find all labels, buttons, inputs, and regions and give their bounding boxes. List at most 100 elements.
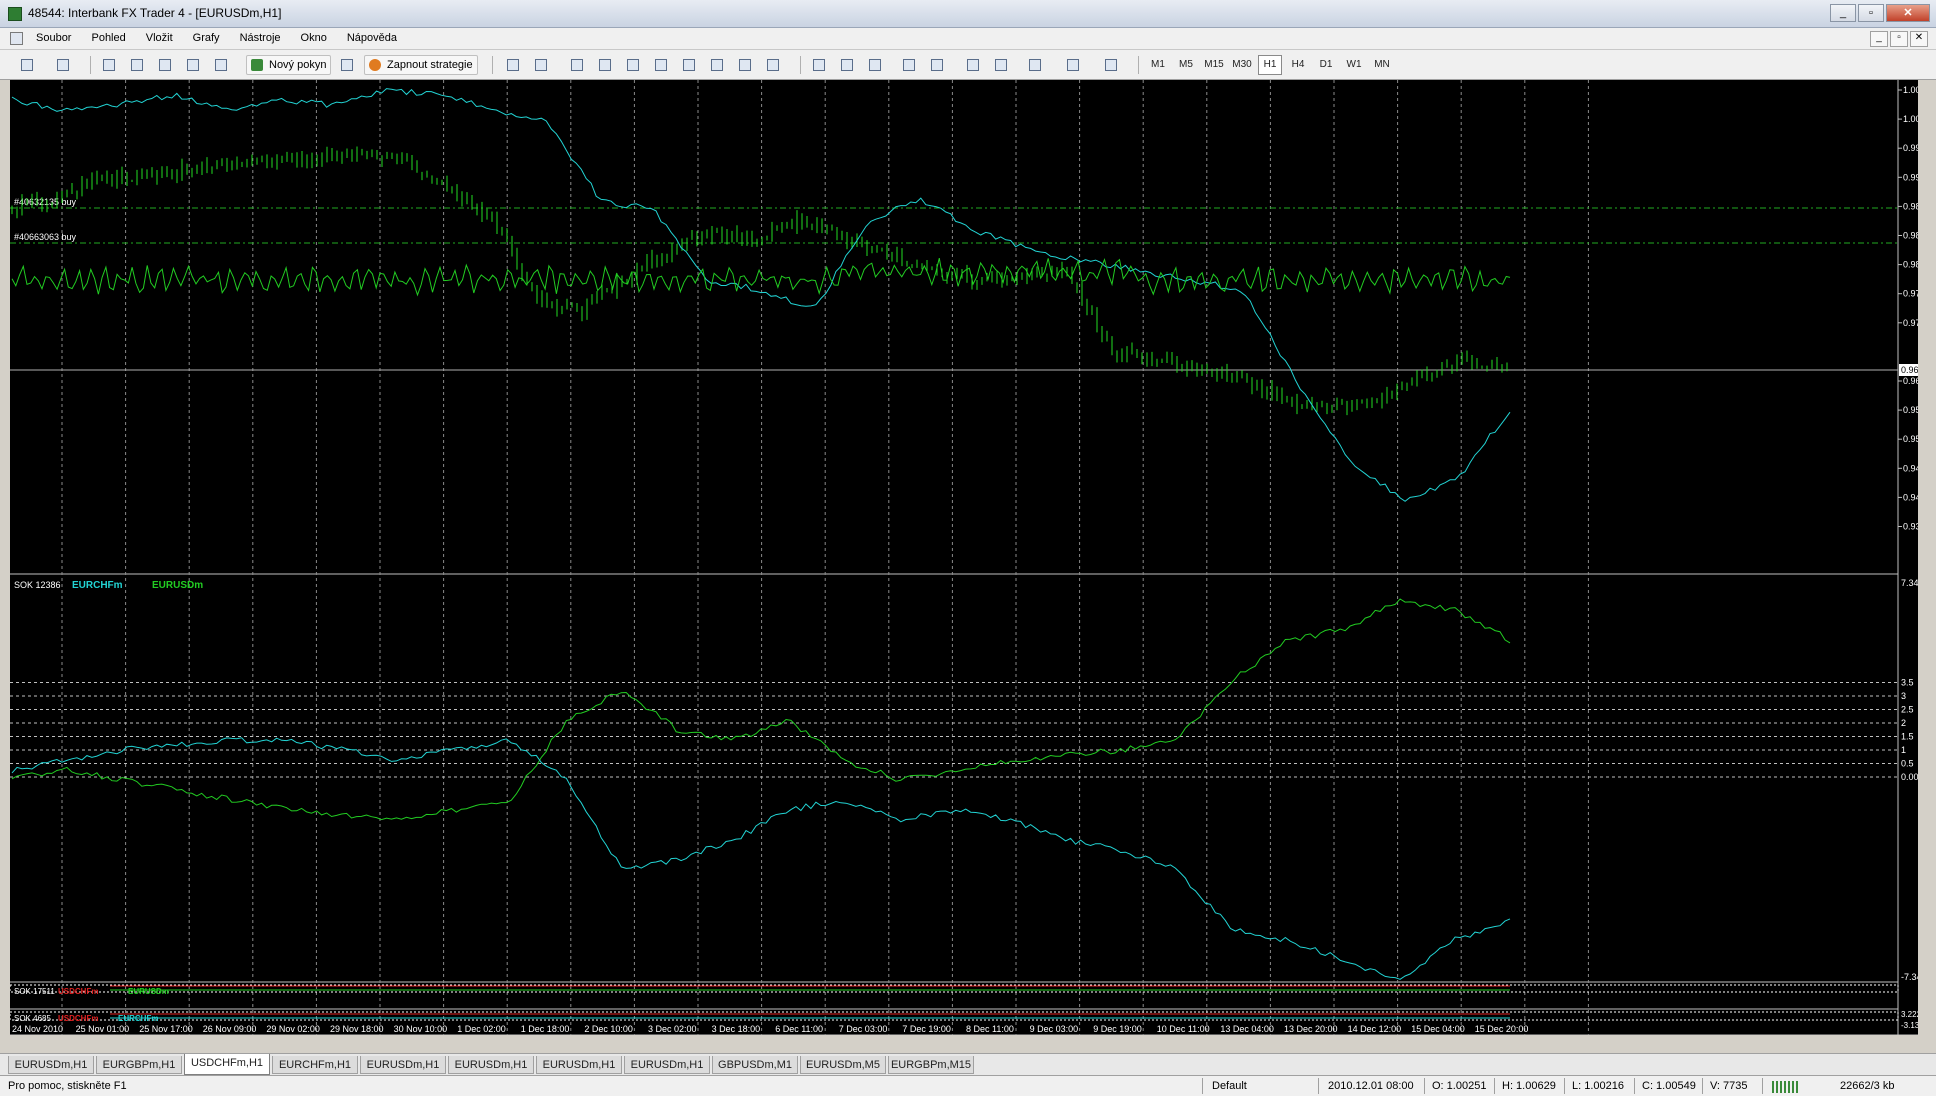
timeframe-mn[interactable]: MN xyxy=(1370,55,1394,75)
price-label: 1.00850 xyxy=(1903,85,1918,95)
chart-tab[interactable]: EURGBPm,H1 xyxy=(96,1056,182,1074)
toolbar-separator xyxy=(492,56,493,74)
chart-tab[interactable]: EURUSDm,H1 xyxy=(536,1056,622,1074)
timeframe-m5[interactable]: M5 xyxy=(1174,55,1198,75)
status-separator xyxy=(1564,1078,1565,1094)
menu-items: Soubor Pohled Vložit Grafy Nástroje Okno Nápov… xyxy=(36,32,417,44)
price-label: 0.99440 xyxy=(1903,172,1918,182)
chart-tab[interactable]: GBPUSDm,M1 xyxy=(712,1056,798,1074)
timeframe-h1[interactable]: H1 xyxy=(1258,55,1282,75)
chart-tab[interactable]: EURUSDm,H1 xyxy=(448,1056,534,1074)
status-high: H: 1.00629 xyxy=(1502,1080,1556,1092)
status-separator xyxy=(1202,1078,1203,1094)
chart-shift-icon[interactable] xyxy=(990,55,1010,75)
price-label: 0.93800 xyxy=(1903,522,1918,532)
timeframe-d1[interactable]: D1 xyxy=(1314,55,1338,75)
chart-canvas[interactable]: 1.00850 1.00380 0.99910 0.99440 0.98970 0.985… xyxy=(10,80,1918,1035)
time-label: 15 Dec 20:00 xyxy=(1475,1024,1529,1034)
navigator-icon[interactable] xyxy=(126,55,146,75)
close-button[interactable]: ✕ xyxy=(1886,4,1930,22)
bar-chart-icon[interactable] xyxy=(808,55,828,75)
zoom-in-icon[interactable] xyxy=(898,55,918,75)
chart-window[interactable]: 1.00850 1.00380 0.99910 0.99440 0.98970 0.985… xyxy=(10,80,1918,1035)
price-label: 1.00380 xyxy=(1903,114,1918,124)
new-chart-icon[interactable] xyxy=(16,55,36,75)
maximize-button[interactable]: ▫ xyxy=(1858,4,1884,22)
child-close-button[interactable]: ✕ xyxy=(1910,31,1928,47)
indicator-series-label: USDCHFm xyxy=(58,1014,98,1023)
time-label: 1 Dec 02:00 xyxy=(457,1024,506,1034)
arrows-icon[interactable] xyxy=(762,55,782,75)
time-label: 2 Dec 10:00 xyxy=(584,1024,633,1034)
line-chart-icon[interactable] xyxy=(864,55,884,75)
profiles-icon[interactable] xyxy=(52,55,72,75)
time-label: 3 Dec 18:00 xyxy=(712,1024,761,1034)
cursor-icon[interactable] xyxy=(502,55,522,75)
menu-item-1[interactable]: Pohled xyxy=(91,32,125,44)
price-label: 0.97560 xyxy=(1903,289,1918,299)
fibonacci-icon[interactable] xyxy=(678,55,698,75)
timeframe-m1[interactable]: M1 xyxy=(1146,55,1170,75)
terminal-icon[interactable] xyxy=(182,55,202,75)
status-separator xyxy=(1702,1078,1703,1094)
menu-item-5[interactable]: Okno xyxy=(301,32,327,44)
chart-tab[interactable]: EURGBPm,M15 xyxy=(888,1056,974,1074)
horizontal-line-icon[interactable] xyxy=(594,55,614,75)
time-label: 10 Dec 11:00 xyxy=(1157,1024,1210,1034)
toolbar-separator xyxy=(800,56,801,74)
time-label: 7 Dec 19:00 xyxy=(902,1024,951,1034)
time-label: 1 Dec 18:00 xyxy=(521,1024,570,1034)
indicators-icon[interactable] xyxy=(1024,55,1044,75)
periods-icon[interactable] xyxy=(1062,55,1082,75)
chart-window-icon[interactable] xyxy=(10,32,23,45)
chart-tab[interactable]: EURUSDm,M5 xyxy=(800,1056,886,1074)
equidistant-channel-icon[interactable] xyxy=(650,55,670,75)
timeframe-m15[interactable]: M15 xyxy=(1202,55,1226,75)
templates-icon[interactable] xyxy=(1100,55,1120,75)
menu-item-2[interactable]: Vložit xyxy=(146,32,173,44)
chart-background xyxy=(10,80,1918,1035)
toolbar-separator xyxy=(90,56,91,74)
strategies-toggle-button[interactable]: Zapnout strategie xyxy=(364,55,478,75)
timeframe-w1[interactable]: W1 xyxy=(1342,55,1366,75)
menu-item-4[interactable]: Nástroje xyxy=(240,32,281,44)
text-label-icon[interactable] xyxy=(734,55,754,75)
trendline-icon[interactable] xyxy=(622,55,642,75)
time-label: 30 Nov 10:00 xyxy=(394,1024,448,1034)
status-open: O: 1.00251 xyxy=(1432,1080,1487,1092)
crosshair-icon[interactable] xyxy=(530,55,550,75)
chart-tab[interactable]: EURCHFm,H1 xyxy=(272,1056,358,1074)
price-label: 0.98970 xyxy=(1903,201,1918,211)
current-price-label: 0.96714 xyxy=(1901,365,1918,375)
metaeditor-icon[interactable] xyxy=(336,55,356,75)
auto-scroll-icon[interactable] xyxy=(962,55,982,75)
tester-icon[interactable] xyxy=(210,55,230,75)
chart-tab[interactable]: USDCHFm,H1 xyxy=(184,1054,270,1075)
indicator-name: SOK 4685 xyxy=(14,1014,51,1023)
menu-item-3[interactable]: Grafy xyxy=(193,32,220,44)
chart-tab[interactable]: EURUSDm,H1 xyxy=(8,1056,94,1074)
status-datetime: 2010.12.01 08:00 xyxy=(1328,1080,1414,1092)
child-minimize-button[interactable]: _ xyxy=(1870,31,1888,47)
child-restore-button[interactable]: ▫ xyxy=(1890,31,1908,47)
text-icon[interactable] xyxy=(706,55,726,75)
timeframe-m30[interactable]: M30 xyxy=(1230,55,1254,75)
data-window-icon[interactable] xyxy=(154,55,174,75)
menu-bar: Soubor Pohled Vložit Grafy Nástroje Okno Nápov… xyxy=(0,28,1936,50)
toolbar-separator xyxy=(1138,56,1139,74)
chart-tab[interactable]: EURUSDm,H1 xyxy=(360,1056,446,1074)
new-order-button[interactable]: Nový pokyn xyxy=(246,55,332,75)
vertical-line-icon[interactable] xyxy=(566,55,586,75)
chart-tab[interactable]: EURUSDm,H1 xyxy=(624,1056,710,1074)
status-bar: Pro pomoc, stiskněte F1 Default 2010.12.… xyxy=(0,1075,1936,1096)
market-watch-icon[interactable] xyxy=(98,55,118,75)
zoom-out-icon[interactable] xyxy=(926,55,946,75)
indicator-series-label: USDCHFm xyxy=(58,987,98,996)
indicator-level-label: 2 xyxy=(1901,718,1906,728)
menu-item-6[interactable]: Nápověda xyxy=(347,32,397,44)
menu-item-0[interactable]: Soubor xyxy=(36,32,71,44)
timeframe-h4[interactable]: H4 xyxy=(1286,55,1310,75)
minimize-button[interactable]: _ xyxy=(1830,4,1856,22)
candlestick-icon[interactable] xyxy=(836,55,856,75)
status-low: L: 1.00216 xyxy=(1572,1080,1624,1092)
